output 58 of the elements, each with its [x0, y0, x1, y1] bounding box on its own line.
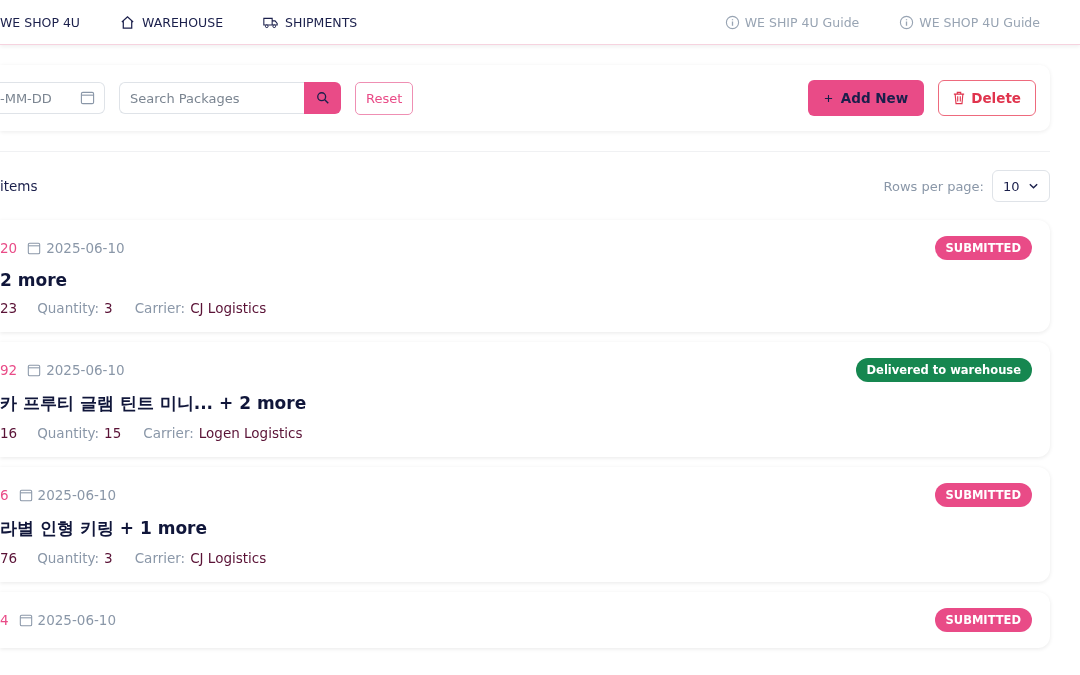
calendar-icon — [27, 241, 42, 255]
rows-per-page-select[interactable]: 10 — [992, 170, 1050, 202]
package-title: 2 more — [0, 270, 69, 290]
trash-icon — [953, 91, 966, 105]
nav-link[interactable]: WAREHOUSE — [120, 14, 224, 30]
package-code: 23 — [0, 300, 18, 316]
carrier-value: CJ Logistics — [190, 300, 267, 316]
package-card[interactable]: 20 2025-06-10 SUBMITTED 2 more 23 Quantity: 3 Carrier: CJ Logistics — [0, 220, 1050, 332]
package-date: 2025-06-10 — [37, 612, 117, 628]
package-date: 2025-06-10 — [37, 487, 117, 503]
delete-button[interactable]: Delete — [938, 80, 1036, 116]
status-badge: Delivered to warehouse — [855, 358, 1032, 382]
status-badge: SUBMITTED — [934, 483, 1032, 507]
status-badge: SUBMITTED — [934, 236, 1032, 260]
status-badge: SUBMITTED — [934, 608, 1032, 632]
reset-button[interactable]: Reset — [355, 81, 414, 115]
carrier-value: CJ Logistics — [190, 550, 267, 566]
plus-icon — [823, 93, 833, 103]
package-id: 92 — [0, 362, 18, 378]
package-code: 16 — [0, 425, 18, 441]
package-code: 76 — [0, 550, 18, 566]
package-id: 6 — [0, 487, 9, 503]
quantity-label: Quantity: — [37, 425, 100, 441]
carrier-label: Carrier: — [134, 300, 186, 316]
nav-link[interactable]: SHIPMENTS — [263, 14, 358, 30]
carrier-value: Logen Logistics — [198, 425, 303, 441]
package-id: 4 — [0, 612, 9, 628]
date-field[interactable]: -MM-DD — [0, 82, 105, 114]
quantity-label: Quantity: — [37, 550, 100, 566]
rows-per-page-label: Rows per page: — [883, 178, 984, 194]
package-title: 라별 인형 키링 + 1 more — [0, 517, 208, 540]
search-field[interactable]: Search Packages — [119, 82, 304, 114]
search-icon — [315, 91, 330, 105]
package-date: 2025-06-10 — [46, 362, 125, 378]
calendar-icon — [80, 90, 95, 105]
quantity-value: 3 — [104, 550, 113, 566]
calendar-icon — [18, 488, 33, 502]
add-new-button[interactable]: Add New — [807, 80, 925, 116]
quantity-value: 15 — [104, 425, 122, 441]
package-card[interactable]: 92 2025-06-10 Delivered to warehouse 카 프루티 글램 틴트 미니... + 2 more 16 Quantity: 15 Carrier: Logen Logistics — [0, 342, 1050, 457]
nav-link[interactable]: WE SHOP 4U — [0, 14, 81, 30]
package-title: 카 프루티 글램 틴트 미니... + 2 more — [0, 392, 308, 415]
info-icon — [724, 14, 740, 30]
carrier-label: Carrier: — [134, 550, 186, 566]
item-count: items — [0, 178, 38, 194]
search-button[interactable] — [304, 82, 341, 114]
info-icon — [899, 14, 915, 30]
package-card[interactable]: 4 2025-06-10 SUBMITTED — [0, 592, 1050, 648]
carrier-label: Carrier: — [143, 425, 194, 441]
package-card[interactable]: 6 2025-06-10 SUBMITTED 라별 인형 키링 + 1 more 76 Quantity: 3 Carrier: CJ Logistics — [0, 467, 1050, 582]
calendar-icon — [27, 363, 42, 377]
quantity-value: 3 — [104, 300, 113, 316]
calendar-icon — [18, 613, 33, 627]
home-icon — [120, 14, 136, 30]
quantity-label: Quantity: — [37, 300, 100, 316]
package-date: 2025-06-10 — [46, 240, 125, 256]
package-id: 20 — [0, 240, 18, 256]
chevron-down-icon — [1028, 182, 1039, 190]
